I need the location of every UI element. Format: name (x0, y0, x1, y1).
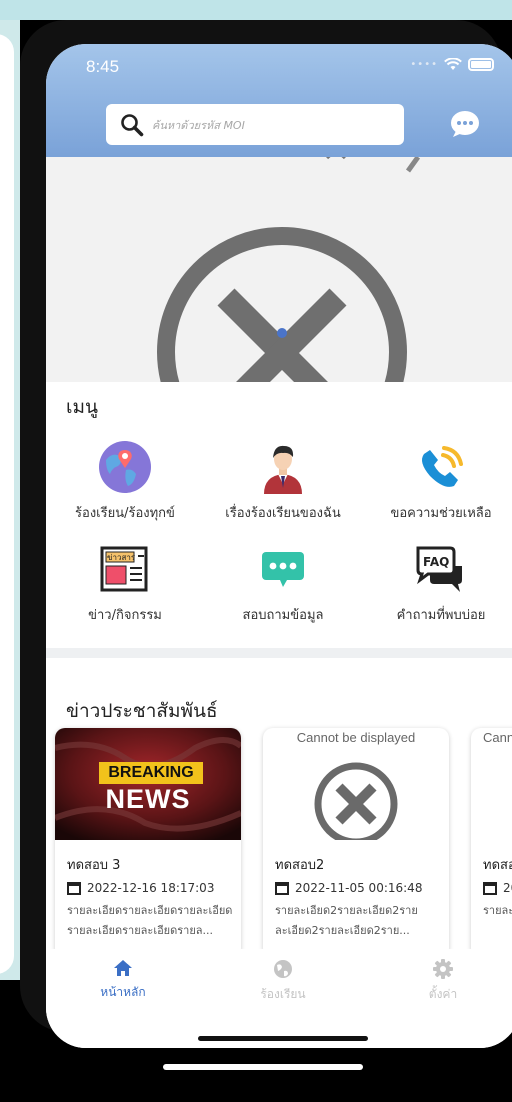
home-icon (114, 960, 132, 976)
background-top (0, 0, 512, 20)
broken-image-placeholder: Cannot be displayed (471, 728, 512, 840)
menu-item-label: ขอความช่วยเหลือ (390, 506, 492, 521)
newspaper-icon: ข่าวสาร (98, 542, 152, 596)
news-card-desc: รายละเอียดรายละเอียดรายละเอียดรายละเอียด… (67, 904, 233, 937)
globe-icon (274, 960, 292, 978)
tab-settings-label: ตั้งค่า (428, 987, 458, 1001)
chat-button-icon[interactable] (450, 110, 480, 138)
status-icons: •••• (410, 58, 494, 71)
tab-home[interactable]: หน้าหลัก (68, 959, 178, 1002)
calendar-icon (275, 882, 289, 895)
globe-pin-icon (98, 440, 152, 494)
news-card-date-text: 2022-12-16 18:17:03 (87, 881, 215, 895)
menu-title: เมนู (66, 396, 99, 418)
phone-frame: 8:45 •••• ค้นหาด้วยรหัส MOI เมนู ร้องเรี… (20, 20, 512, 1048)
menu-item-label: ร้องเรียน/ร้องทุกข์ (75, 506, 175, 521)
tab-home-label: หน้าหลัก (100, 985, 146, 999)
news-label: NEWS (105, 784, 191, 814)
news-card-desc: รายละเอียด2รายละเอียด2รายละเอียด2รายละเอ… (275, 904, 418, 937)
tab-complaint-label: ร้องเรียน (260, 987, 306, 1001)
menu-item-complaint[interactable]: ร้องเรียน/ร้องทุกข์ (46, 440, 204, 523)
menu-item-label: เรื่องร้องเรียนของฉัน (225, 506, 341, 521)
news-card-title: ทดสอบ (483, 858, 512, 873)
faq-icon: FAQ (414, 542, 468, 596)
menu-item-inquiry[interactable]: สอบถามข้อมูล (204, 542, 362, 625)
broken-image-icon (314, 762, 398, 840)
menu-item-label: ข่าว/กิจกรรม (88, 608, 162, 623)
gear-icon (433, 959, 453, 979)
calendar-icon (67, 882, 81, 895)
tab-settings[interactable]: ตั้งค่า (388, 959, 498, 1004)
news-card-date-text: 2022-11-05 00:16:48 (295, 881, 423, 895)
news-card-date: 2022-12-16 18:17:03 (67, 881, 241, 895)
app-screen: 8:45 •••• ค้นหาด้วยรหัส MOI เมนู ร้องเรี… (46, 44, 512, 1048)
person-avatar-icon (256, 440, 310, 494)
search-input[interactable]: ค้นหาด้วยรหัส MOI (152, 116, 245, 134)
banner-image-placeholder[interactable] (46, 157, 512, 382)
system-home-indicator[interactable] (163, 1064, 363, 1070)
news-card-date: 2022- (483, 881, 512, 895)
news-card[interactable]: Cannot be displayed ทดสอบ2 2022-11-05 00… (263, 728, 449, 958)
svg-text:ข่าวสาร: ข่าวสาร (107, 553, 136, 562)
section-divider (46, 648, 512, 658)
breaking-news-image: BREAKING NEWS (55, 728, 241, 840)
tab-complaint[interactable]: ร้องเรียน (228, 959, 338, 1004)
menu-item-label: สอบถามข้อมูล (242, 608, 324, 623)
news-card-desc: รายละเ (483, 904, 512, 917)
previous-screen-edge (0, 34, 14, 974)
news-card-title: ทดสอบ 3 (67, 858, 121, 873)
news-card-date-text: 2022- (503, 881, 512, 895)
menu-item-help[interactable]: ขอความช่วยเหลือ (362, 440, 512, 523)
news-section-title: ข่าวประชาสัมพันธ์ (66, 700, 218, 722)
broken-image-icon (157, 157, 421, 382)
battery-icon (468, 58, 494, 71)
search-icon (121, 113, 144, 136)
signal-icon: •••• (410, 59, 438, 70)
svg-text:FAQ: FAQ (423, 555, 449, 569)
search-bar[interactable]: ค้นหาด้วยรหัส MOI (106, 104, 404, 145)
menu-item-news[interactable]: ข่าวสาร ข่าว/กิจกรรม (46, 542, 204, 625)
menu-item-my-complaints[interactable]: เรื่องร้องเรียนของฉัน (204, 440, 362, 523)
broken-image-icon (471, 728, 512, 840)
broken-image-placeholder: Cannot be displayed (263, 728, 449, 840)
news-card[interactable]: Cannot be displayed ทดสอบ 2022- รายละเ (471, 728, 512, 958)
wifi-icon (444, 58, 462, 70)
news-card[interactable]: BREAKING NEWS ทดสอบ 3 2022-12-16 18:17:0… (55, 728, 241, 958)
breaking-label: BREAKING (108, 764, 194, 781)
header-bar: 8:45 •••• ค้นหาด้วยรหัส MOI (46, 44, 512, 157)
news-card-title: ทดสอบ2 (275, 858, 325, 873)
phone-icon (414, 440, 468, 494)
home-indicator[interactable] (198, 1036, 368, 1041)
menu-item-faq[interactable]: FAQ คำถามที่พบบ่อย (362, 542, 512, 625)
bottom-tab-bar: หน้าหลัก ร้องเรียน ตั้งค่า (46, 949, 512, 1048)
chat-bubble-icon (256, 542, 310, 596)
news-card-date: 2022-11-05 00:16:48 (275, 881, 449, 895)
status-time: 8:45 (86, 57, 120, 76)
calendar-icon (483, 882, 497, 895)
menu-item-label: คำถามที่พบบ่อย (396, 608, 486, 623)
